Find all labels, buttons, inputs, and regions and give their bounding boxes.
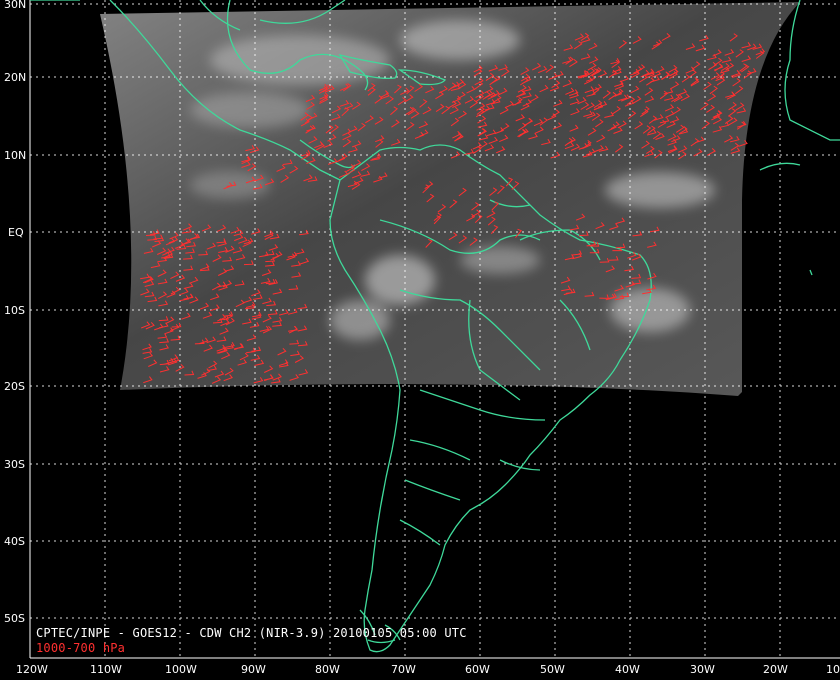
product-caption: CPTEC/INPE - GOES12 - CDW CH2 (NIR-3.9) … bbox=[36, 626, 467, 640]
lat-label: 30N bbox=[4, 0, 26, 11]
lat-label: EQ bbox=[8, 226, 24, 239]
lat-label: 10S bbox=[4, 304, 25, 317]
satellite-swath bbox=[100, 2, 800, 396]
lon-label: 100W bbox=[165, 663, 197, 676]
lon-label: 70W bbox=[391, 663, 416, 676]
latitude-labels: 30N 20N 10N EQ 10S 20S 30S 40S 50S bbox=[4, 0, 26, 625]
lat-label: 10N bbox=[4, 149, 26, 162]
layer-caption: 1000-700 hPa bbox=[36, 641, 126, 655]
lat-label: 20N bbox=[4, 71, 26, 84]
lat-label: 20S bbox=[4, 380, 25, 393]
lon-label: 50W bbox=[540, 663, 565, 676]
lon-label: 30W bbox=[690, 663, 715, 676]
lat-label: 30S bbox=[4, 458, 25, 471]
lon-label: 110W bbox=[90, 663, 122, 676]
longitude-labels: 120W 110W 100W 90W 80W 70W 60W 50W 40W 3… bbox=[16, 663, 840, 676]
lon-label: 60W bbox=[465, 663, 490, 676]
lat-label: 50S bbox=[4, 612, 25, 625]
weather-satellite-map: 30N 20N 10N EQ 10S 20S 30S 40S 50S 120W … bbox=[4, 0, 840, 676]
lon-label: 120W bbox=[16, 663, 48, 676]
lon-label: 90W bbox=[241, 663, 266, 676]
lon-label: 80W bbox=[315, 663, 340, 676]
lon-label: 40W bbox=[615, 663, 640, 676]
lon-label: 20W bbox=[763, 663, 788, 676]
lon-label: 10 bbox=[826, 663, 840, 676]
lat-label: 40S bbox=[4, 535, 25, 548]
